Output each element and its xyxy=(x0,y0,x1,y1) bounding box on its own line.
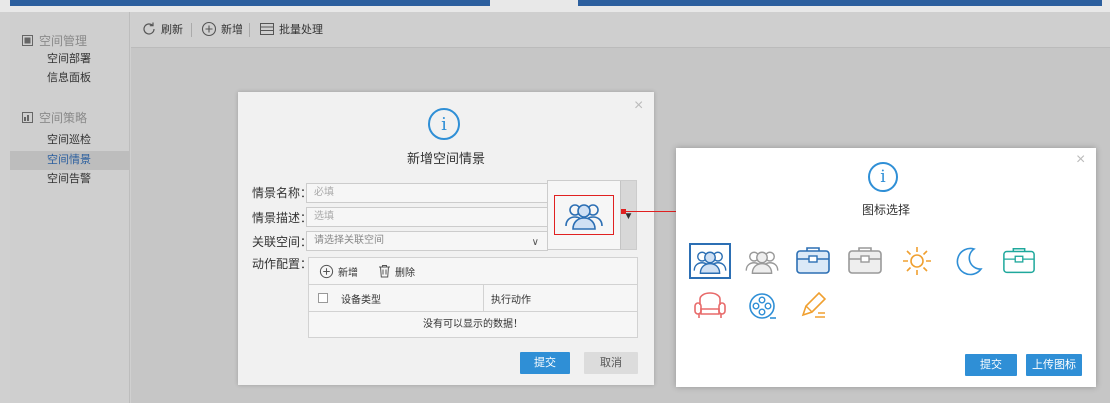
selected-icon-preview[interactable] xyxy=(554,195,614,235)
sidebar-item-info-panel[interactable]: 信息面板 xyxy=(10,69,130,88)
related-space-label: 关联空间： xyxy=(252,235,313,249)
select-all-checkbox[interactable] xyxy=(318,293,328,303)
scene-description-label: 情景描述： xyxy=(252,211,313,225)
icon-picker-dropdown-toggle[interactable]: ▼ xyxy=(620,181,636,249)
moon-icon[interactable] xyxy=(948,243,990,279)
column-divider xyxy=(483,285,484,311)
toolbar-divider xyxy=(249,23,250,37)
users-blue-icon[interactable] xyxy=(689,243,731,279)
briefcase-blue-icon[interactable] xyxy=(792,243,834,279)
cancel-button[interactable]: 取消 xyxy=(584,352,638,374)
action-delete-button[interactable]: 删除 xyxy=(378,264,415,279)
chart-icon xyxy=(22,112,33,123)
new-scene-dialog: × i 新增空间情景 情景名称： 必填 情景描述： 选填 关联空间： 请选择关联… xyxy=(238,92,654,385)
trash-icon xyxy=(379,265,390,278)
sidebar-group-space-management[interactable]: 空间管理 xyxy=(22,32,87,49)
refresh-button[interactable]: 刷新 xyxy=(141,21,183,37)
armchair-icon[interactable] xyxy=(689,288,731,324)
close-icon[interactable]: × xyxy=(634,98,643,114)
sidebar: 空间管理 空间部署 信息面板 空间策略 空间巡检 空间情景 空间告警 xyxy=(10,12,130,403)
add-button[interactable]: 新增 xyxy=(201,21,243,37)
sidebar-item-space-alarm[interactable]: 空间告警 xyxy=(10,170,130,189)
action-config-label: 动作配置： xyxy=(252,257,313,271)
toolbar: 刷新 新增 批量处理 xyxy=(131,12,1110,48)
scene-description-input[interactable]: 选填 xyxy=(306,207,548,227)
top-bar-accent-left xyxy=(10,0,490,6)
column-action: 执行动作 xyxy=(491,294,531,306)
icon-select-dialog: × i 图标选择 提交 上传图标 xyxy=(676,148,1096,387)
action-add-button[interactable]: 新增 xyxy=(319,264,358,279)
column-device-type: 设备类型 xyxy=(341,294,381,306)
grid-icon xyxy=(22,35,33,46)
sidebar-group-label: 空间管理 xyxy=(39,34,88,48)
icon-picker[interactable]: ▼ xyxy=(547,180,637,250)
refresh-icon xyxy=(143,22,155,35)
empty-table-message: 没有可以显示的数据！ xyxy=(423,319,523,330)
sidebar-item-space-deploy[interactable]: 空间部署 xyxy=(10,50,130,69)
related-space-select[interactable]: 请选择关联空间 ∨ xyxy=(306,231,548,251)
scene-name-input[interactable]: 必填 xyxy=(306,183,548,203)
briefcase-teal-icon[interactable] xyxy=(998,243,1040,279)
dialog-title: 新增空间情景 xyxy=(406,151,485,166)
list-icon xyxy=(260,23,274,35)
film-reel-icon[interactable] xyxy=(741,288,783,324)
pencil-edit-icon[interactable] xyxy=(792,288,834,324)
info-icon: i xyxy=(868,162,898,192)
submit-button[interactable]: 提交 xyxy=(520,352,570,374)
sidebar-item-space-inspection[interactable]: 空间巡检 xyxy=(10,131,130,150)
top-bar-accent-right xyxy=(578,0,1102,6)
icon-submit-button[interactable]: 提交 xyxy=(965,354,1017,376)
users-icon xyxy=(565,204,603,230)
close-icon[interactable]: × xyxy=(1076,152,1085,168)
plus-circle-icon xyxy=(319,264,334,278)
scene-name-label: 情景名称： xyxy=(252,186,313,200)
plus-circle-icon xyxy=(201,21,217,37)
toolbar-divider xyxy=(191,23,192,37)
dialog-title: 图标选择 xyxy=(861,203,910,217)
batch-process-button[interactable]: 批量处理 xyxy=(259,21,323,37)
info-icon: i xyxy=(428,108,460,140)
sidebar-group-space-strategy[interactable]: 空间策略 xyxy=(22,109,87,126)
chevron-down-icon: ∨ xyxy=(531,237,539,248)
action-toolbar: 新增 删除 xyxy=(309,258,637,285)
upload-icon-button[interactable]: 上传图标 xyxy=(1026,354,1082,376)
users-gray-icon[interactable] xyxy=(741,243,783,279)
sidebar-group-label: 空间策略 xyxy=(39,111,88,125)
top-bar xyxy=(0,0,1110,12)
briefcase-gray-icon[interactable] xyxy=(844,243,886,279)
sun-icon[interactable] xyxy=(896,243,938,279)
action-table-header: 设备类型 执行动作 xyxy=(309,285,637,312)
sidebar-item-space-scene[interactable]: 空间情景 xyxy=(10,151,130,170)
action-config-panel: 新增 删除 设备类型 执行动作 没有可以显示的数据！ xyxy=(308,257,638,338)
